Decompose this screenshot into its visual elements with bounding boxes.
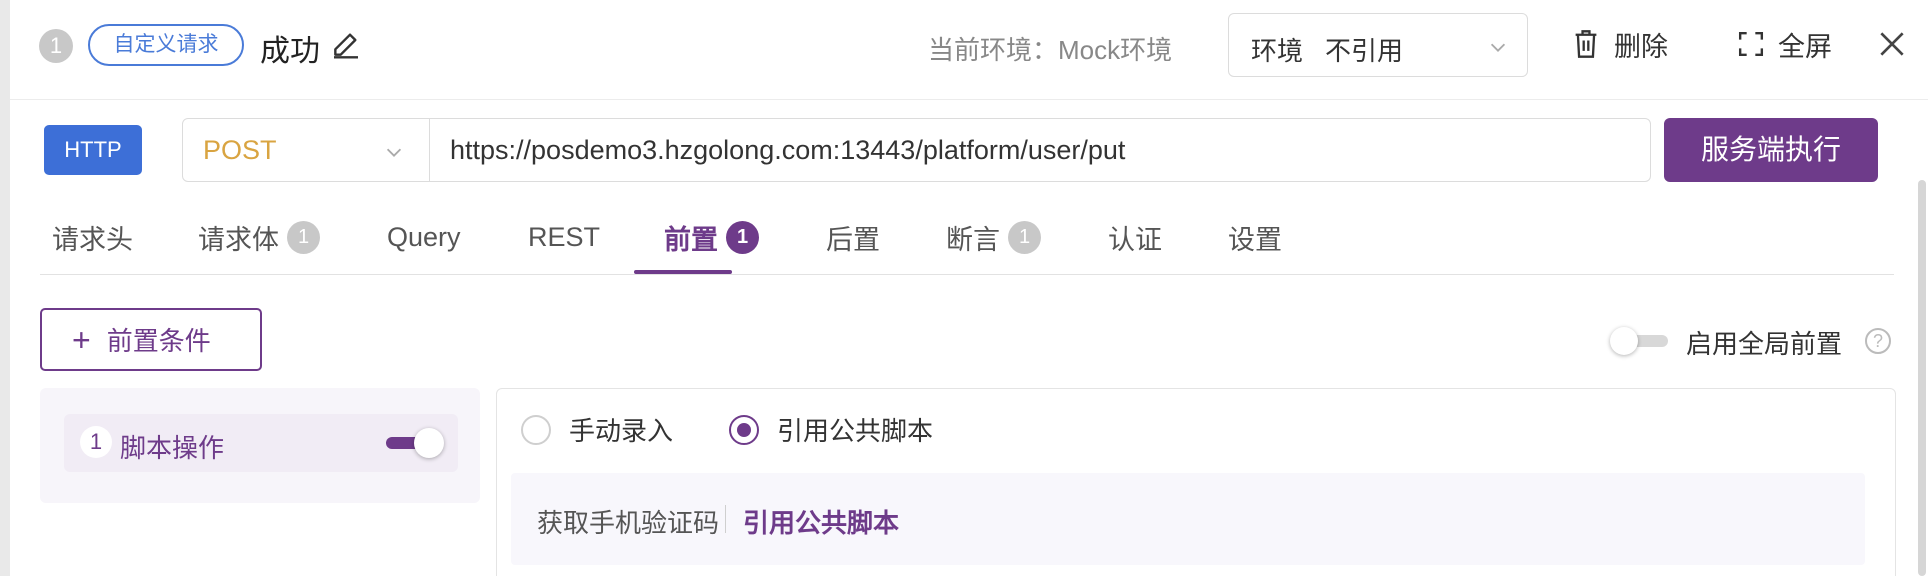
env-select-value: 不引用 [1325, 36, 1404, 66]
radio-label: 手动录入 [569, 416, 674, 446]
public-script-reference: 获取手机验证码 引用公共脚本 [511, 473, 1865, 565]
scrollbar[interactable] [1918, 180, 1926, 576]
chevron-down-icon [386, 148, 402, 157]
step-number-badge: 1 [39, 29, 73, 63]
request-detail-panel: 1 自定义请求 成功 当前环境：Mock环境 环境 不引用 删除 全屏 HTTP… [10, 0, 1928, 576]
request-tabs: 请求头 请求体 1 Query REST 前置 1 后置 断言 1 认证 设置 [40, 200, 1894, 275]
global-pre-toggle[interactable] [1610, 325, 1672, 355]
tab-query[interactable]: Query [387, 212, 461, 262]
tab-auth[interactable]: 认证 [1108, 212, 1162, 262]
script-detail-panel: 手动录入 引用公共脚本 获取手机验证码 引用公共脚本 [496, 388, 1896, 576]
toggle-knob [414, 428, 444, 458]
tab-headers[interactable]: 请求头 [52, 212, 133, 262]
radio-manual[interactable]: 手动录入 [521, 411, 673, 448]
url-value: https://posdemo3.hzgolong.com:13443/plat… [450, 135, 1126, 165]
script-enable-toggle[interactable] [386, 428, 444, 458]
chevron-down-icon [1490, 43, 1506, 52]
add-pre-condition-button[interactable]: + 前置条件 [40, 308, 262, 371]
script-number: 1 [80, 426, 112, 458]
tab-label: 请求体 [198, 224, 279, 255]
tab-label: REST [528, 221, 601, 252]
server-execute-button[interactable]: 服务端执行 [1664, 118, 1878, 182]
close-icon[interactable] [1876, 28, 1908, 60]
tab-body[interactable]: 请求体 1 [198, 212, 320, 262]
radio-public-script[interactable]: 引用公共脚本 [729, 411, 933, 448]
tab-label: 后置 [826, 224, 880, 255]
global-pre-label: 启用全局前置 [1686, 329, 1843, 359]
url-input[interactable]: https://posdemo3.hzgolong.com:13443/plat… [429, 118, 1651, 182]
tab-count-badge: 1 [726, 220, 759, 254]
tab-rest[interactable]: REST [528, 212, 600, 262]
background-page-edge [0, 0, 10, 576]
tab-label: Query [387, 221, 461, 252]
toggle-knob [1610, 327, 1638, 355]
tab-pre[interactable]: 前置 1 [664, 212, 759, 262]
method-value: POST [203, 135, 277, 165]
fullscreen-button[interactable]: 全屏 [1738, 24, 1832, 64]
tab-post[interactable]: 后置 [826, 212, 880, 262]
tab-label: 认证 [1108, 224, 1162, 255]
pre-script-list: 1 脚本操作 [40, 388, 480, 503]
divider [725, 505, 726, 533]
tab-settings[interactable]: 设置 [1228, 212, 1282, 262]
env-select[interactable]: 环境 不引用 [1228, 13, 1528, 77]
fullscreen-icon [1738, 31, 1764, 57]
panel-header: 1 自定义请求 成功 当前环境：Mock环境 环境 不引用 删除 全屏 [10, 0, 1928, 100]
tab-count-badge: 1 [1008, 220, 1041, 254]
active-tab-indicator [634, 270, 732, 274]
edit-pencil-icon[interactable] [330, 28, 362, 60]
trash-icon [1575, 30, 1597, 58]
env-select-key: 环境 [1251, 36, 1304, 66]
tab-label: 断言 [946, 224, 1000, 255]
tab-label: 请求头 [52, 224, 133, 255]
protocol-badge[interactable]: HTTP [44, 125, 142, 175]
custom-request-tag: 自定义请求 [88, 24, 244, 66]
tab-label: 前置 [664, 224, 718, 255]
request-title: 成功 [260, 35, 320, 68]
radio-circle [521, 414, 551, 445]
script-label: 脚本操作 [120, 433, 225, 463]
help-icon[interactable]: ? [1865, 328, 1891, 354]
list-item[interactable]: 1 脚本操作 [64, 414, 458, 472]
delete-button[interactable]: 删除 [1572, 24, 1668, 64]
tab-count-badge: 1 [287, 220, 320, 254]
radio-label: 引用公共脚本 [777, 416, 934, 446]
fullscreen-label: 全屏 [1778, 31, 1832, 62]
current-env-label: 当前环境：Mock环境 [928, 35, 1173, 65]
plus-icon: + [72, 321, 91, 358]
delete-label: 删除 [1614, 31, 1668, 62]
method-select[interactable]: POST [182, 118, 430, 182]
radio-circle [729, 414, 759, 445]
add-pre-condition-label: 前置条件 [106, 326, 211, 356]
tab-label: 设置 [1228, 224, 1282, 255]
tab-assert[interactable]: 断言 1 [946, 212, 1041, 262]
public-script-link[interactable]: 引用公共脚本 [743, 503, 899, 540]
script-name: 获取手机验证码 [537, 508, 720, 538]
